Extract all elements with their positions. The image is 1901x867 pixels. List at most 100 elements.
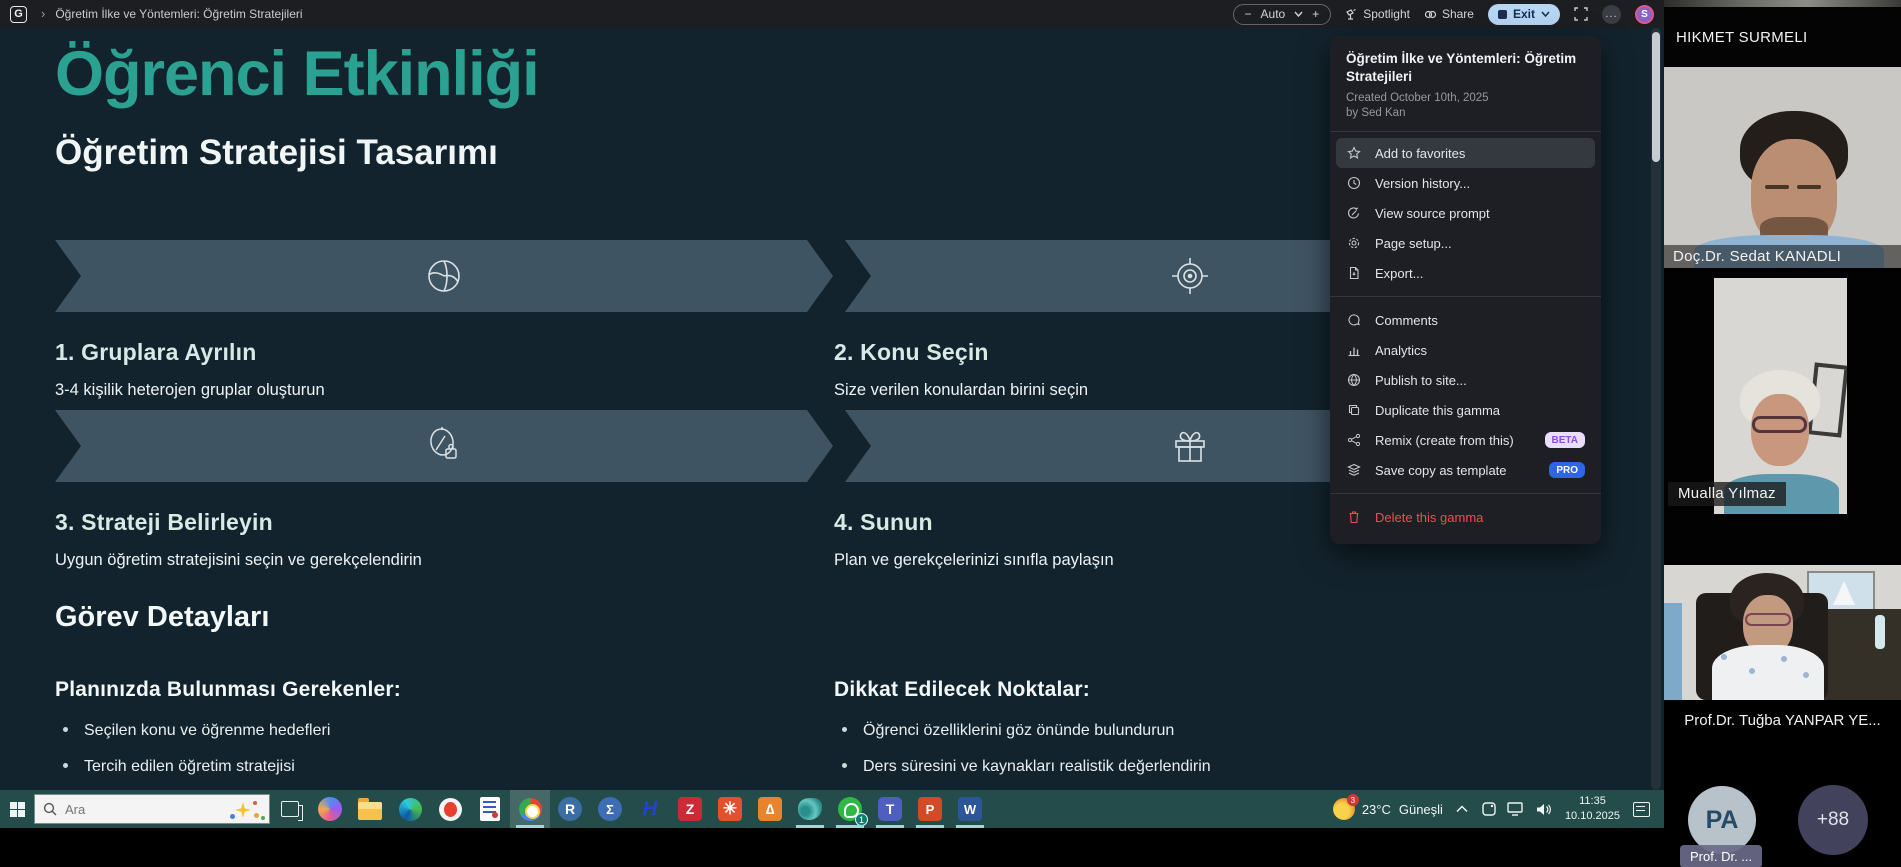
step-banner-3 bbox=[55, 410, 833, 482]
lamp-icon bbox=[1345, 8, 1358, 21]
scrollbar-thumb[interactable] bbox=[1652, 32, 1660, 162]
jasp-button[interactable]: H bbox=[630, 790, 670, 828]
video-figure bbox=[1664, 603, 1682, 700]
search-input[interactable] bbox=[65, 802, 195, 817]
exit-button[interactable]: Exit bbox=[1488, 4, 1560, 25]
network-icon[interactable] bbox=[1507, 802, 1525, 817]
menu-item-save-as-template[interactable]: Save copy as template PRO bbox=[1336, 455, 1595, 485]
wave-app-button[interactable] bbox=[790, 790, 830, 828]
zoom-level-label[interactable]: Auto bbox=[1261, 7, 1286, 21]
more-options-button[interactable]: ... bbox=[1602, 5, 1621, 24]
word-button[interactable]: W bbox=[950, 790, 990, 828]
menu-item-comments[interactable]: Comments bbox=[1336, 305, 1595, 335]
link-icon bbox=[1424, 8, 1437, 21]
overflow-participants-badge[interactable]: +88 bbox=[1798, 785, 1868, 855]
tasks-doc-button[interactable] bbox=[470, 790, 510, 828]
screen: G › Öğretim İlke ve Yöntemleri: Öğretim … bbox=[0, 0, 1901, 867]
r-button[interactable]: R bbox=[550, 790, 590, 828]
opera-icon bbox=[439, 798, 462, 821]
teams-button[interactable]: T bbox=[870, 790, 910, 828]
participant-avatar-pa[interactable]: PA bbox=[1688, 786, 1756, 854]
weather-temp: 23°C bbox=[1362, 802, 1391, 817]
task-view-button[interactable] bbox=[270, 790, 310, 828]
prompt-icon bbox=[1346, 206, 1361, 220]
menu-item-analytics[interactable]: Analytics bbox=[1336, 335, 1595, 365]
chevron-down-icon bbox=[1294, 11, 1303, 17]
menu-item-delete[interactable]: Delete this gamma bbox=[1336, 502, 1595, 532]
app-orange-icon: ∆ bbox=[758, 797, 782, 821]
step-3-description: Uygun öğretim stratejisini seçin ve gere… bbox=[55, 551, 422, 570]
tray-chevron-icon[interactable] bbox=[1456, 805, 1468, 813]
spotlight-label: Spotlight bbox=[1363, 7, 1410, 21]
clock-date: 10.10.2025 bbox=[1565, 809, 1620, 824]
burst-app-button[interactable]: ✳ bbox=[710, 790, 750, 828]
compass-pen-icon bbox=[422, 424, 466, 468]
pro-badge: PRO bbox=[1549, 462, 1585, 478]
breadcrumb-chevron-icon: › bbox=[41, 6, 45, 21]
powerpoint-button[interactable]: P bbox=[910, 790, 950, 828]
beta-badge: BETA bbox=[1545, 432, 1585, 448]
zoom-in-button[interactable]: + bbox=[1312, 7, 1319, 21]
breadcrumb: Öğretim İlke ve Yöntemleri: Öğretim Stra… bbox=[55, 7, 302, 21]
participant-tile-sedat[interactable]: Doç.Dr. Sedat KANADLI bbox=[1664, 67, 1901, 268]
running-indicator bbox=[956, 825, 984, 828]
menu-item-publish-to-site[interactable]: Publish to site... bbox=[1336, 365, 1595, 395]
gamma-logo-icon[interactable]: G bbox=[10, 6, 27, 23]
task-view-icon bbox=[281, 801, 299, 817]
file-icon bbox=[1346, 266, 1361, 280]
zotero-button[interactable]: Z bbox=[670, 790, 710, 828]
participant-tile-hikmet[interactable]: HIKMET SURMELI bbox=[1664, 7, 1901, 67]
windows-taskbar: R Σ H Z ✳ ∆ 1 T P W 3 23°CGüneşli bbox=[0, 790, 1664, 828]
edge-button[interactable] bbox=[390, 790, 430, 828]
slide-subtitle: Öğretim Stratejisi Tasarımı bbox=[55, 133, 498, 173]
menu-item-duplicate[interactable]: Duplicate this gamma bbox=[1336, 395, 1595, 425]
participant-tile-mualla[interactable]: Mualla Yılmaz bbox=[1664, 272, 1901, 562]
remix-icon bbox=[1346, 433, 1361, 447]
speaker-icon[interactable] bbox=[1535, 802, 1552, 817]
zoom-control[interactable]: − Auto + bbox=[1233, 4, 1332, 25]
menu-item-add-to-favorites[interactable]: Add to favorites bbox=[1336, 138, 1595, 168]
menu-item-remix[interactable]: Remix (create from this) BETA bbox=[1336, 425, 1595, 455]
taskbar-search[interactable] bbox=[34, 794, 270, 824]
menu-item-page-setup[interactable]: Page setup... bbox=[1336, 228, 1595, 258]
spotlight-button[interactable]: Spotlight bbox=[1345, 7, 1410, 21]
tray-app-icon[interactable] bbox=[1481, 801, 1497, 817]
video-figure bbox=[1875, 615, 1885, 649]
participant-tile-tugba[interactable] bbox=[1664, 565, 1901, 700]
spss-icon: Σ bbox=[598, 797, 622, 821]
notification-icon[interactable] bbox=[1633, 802, 1650, 817]
weather-widget[interactable]: 3 23°CGüneşli bbox=[1333, 798, 1443, 820]
menu-item-view-source-prompt[interactable]: View source prompt bbox=[1336, 198, 1595, 228]
gear-icon bbox=[1346, 236, 1361, 250]
participant-avatar-label: Prof. Dr. ... bbox=[1680, 845, 1762, 867]
start-button[interactable] bbox=[0, 802, 34, 817]
participant-name: Mualla Yılmaz bbox=[1678, 485, 1776, 502]
menu-header: Öğretim İlke ve Yöntemleri: Öğretim Stra… bbox=[1330, 36, 1601, 132]
whatsapp-button[interactable]: 1 bbox=[830, 790, 870, 828]
opera-button[interactable] bbox=[430, 790, 470, 828]
context-menu: Öğretim İlke ve Yöntemleri: Öğretim Stra… bbox=[1330, 36, 1601, 544]
orange-app-button[interactable]: ∆ bbox=[750, 790, 790, 828]
r-icon: R bbox=[558, 797, 582, 821]
sparkle-dot bbox=[254, 813, 259, 818]
copy-icon bbox=[1346, 403, 1361, 417]
zoom-out-button[interactable]: − bbox=[1245, 7, 1252, 21]
menu-item-export[interactable]: Export... bbox=[1336, 258, 1595, 288]
share-button[interactable]: Share bbox=[1424, 7, 1474, 21]
fullscreen-icon[interactable] bbox=[1574, 7, 1588, 21]
user-avatar[interactable]: S bbox=[1635, 5, 1654, 24]
copilot-button[interactable] bbox=[310, 790, 350, 828]
chrome-button[interactable] bbox=[510, 790, 550, 828]
file-explorer-button[interactable] bbox=[350, 790, 390, 828]
chart-icon bbox=[1346, 343, 1361, 357]
list-item: Tercih edilen öğretim stratejisi bbox=[55, 758, 775, 790]
menu-item-version-history[interactable]: Version history... bbox=[1336, 168, 1595, 198]
details-column-1: Planınızda Bulunması Gerekenler: Seçilen… bbox=[55, 678, 775, 790]
gift-icon bbox=[1168, 424, 1212, 468]
menu-author: by Sed Kan bbox=[1346, 106, 1585, 121]
weather-condition: Güneşli bbox=[1399, 802, 1443, 817]
chevron-down-icon[interactable] bbox=[1541, 11, 1550, 17]
spss-button[interactable]: Σ bbox=[590, 790, 630, 828]
scrollbar-track[interactable] bbox=[1651, 28, 1661, 790]
taskbar-clock[interactable]: 11:35 10.10.2025 bbox=[1565, 794, 1620, 824]
